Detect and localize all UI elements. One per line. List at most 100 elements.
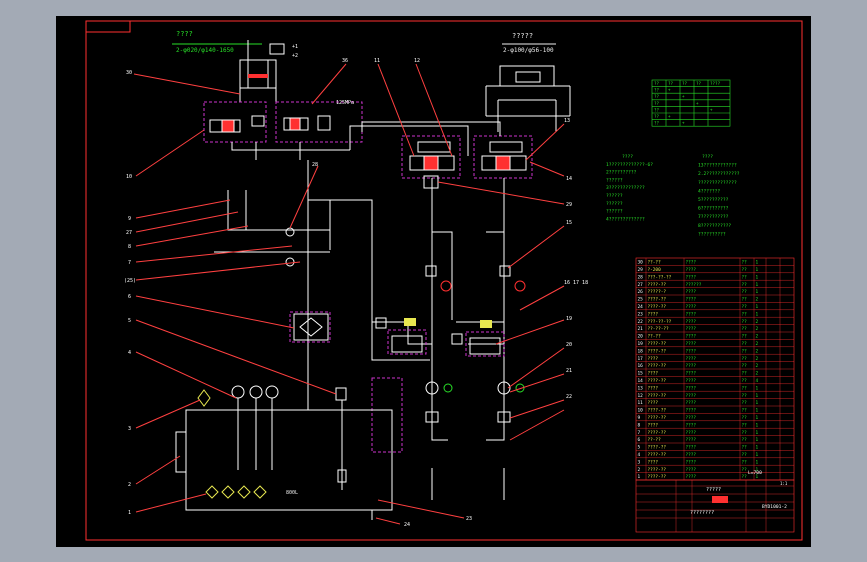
bom-cell: ?? (742, 311, 748, 317)
bom-cell: ?? (742, 326, 748, 332)
bom-cell: ?? (742, 430, 748, 436)
left-cylinder-spec: 2-φ020/φ140-1650 (176, 47, 234, 54)
bom-cell: ???-??-?? (648, 319, 672, 325)
bom-cell: ?-200 (648, 267, 662, 273)
bom-cell: 29 (638, 267, 644, 273)
bom-cell: ???? (686, 474, 697, 480)
bom-cell: 1 (756, 267, 759, 273)
bom-cell: ???? (648, 371, 659, 377)
top-table-cell: ???? (710, 81, 721, 86)
svg-text:(25): (25) (124, 278, 136, 284)
drawing-code: BYD1001-2 (762, 504, 787, 510)
bom-cell: ????-?? (648, 341, 667, 347)
title-block-stamp (712, 496, 728, 503)
top-table-cell: ?? (654, 101, 660, 106)
bom-cell: 15 (638, 371, 644, 377)
svg-text:24: 24 (404, 522, 410, 528)
bom-cell: 1 (756, 430, 759, 436)
svg-text:29: 29 (566, 202, 572, 208)
bom-cell: ???? (686, 400, 697, 406)
note-left-line: 4????????????? (606, 216, 645, 222)
bom-cell: 26 (638, 289, 644, 295)
note-left-line: 1?????????????-6? (606, 162, 653, 168)
drawing-footer: ???????? (690, 510, 714, 516)
bom-cell: ???? (686, 459, 697, 465)
svg-text:4: 4 (128, 350, 131, 356)
solenoid-right (480, 320, 492, 328)
bom-cell: 1 (756, 282, 759, 288)
note-left-line: ???? (622, 154, 633, 160)
bom-cell: 16 (638, 363, 644, 369)
bom-cell: ?? (742, 385, 748, 391)
bom-cell: ???? (686, 319, 697, 325)
svg-text:19: 19 (566, 316, 572, 322)
technical-notes: ???? 1?????????????-6? 2???????????????? 3?… (606, 154, 740, 237)
note-left-line: ?????? (606, 193, 623, 199)
top-table-cell: ?? (654, 94, 660, 99)
top-table-cell: + (682, 121, 685, 126)
relief-pressure-note: 125MPa (336, 100, 354, 106)
bom-cell: ???? (686, 334, 697, 340)
bom-cell: ????-?? (648, 348, 667, 354)
bom-cell: ???? (686, 467, 697, 473)
top-table-border (651, 79, 731, 127)
bom-cell: ????-?? (648, 378, 667, 384)
bom-cell: ?? (742, 474, 748, 480)
top-table-cell: ?? (696, 81, 702, 86)
cad-viewport: ???? 2-φ020/φ140-1650 ????? 2-φ100/φ56-1… (0, 0, 867, 562)
filter-icon (299, 317, 323, 337)
bom-cell: ??-??-?? (648, 326, 670, 332)
bom-cell: ????-?? (648, 282, 667, 288)
bom-cell: 2 (756, 371, 759, 377)
bom-cell: ???? (648, 311, 659, 317)
bom-cell: ???? (686, 445, 697, 451)
bom-cell: ?? (742, 378, 748, 384)
svg-text:1: 1 (128, 510, 131, 516)
bom-cell: ???? (686, 371, 697, 377)
bom-cell: 1 (756, 304, 759, 310)
title-block: ????? BYD1001-2???????? 1:1 (635, 479, 795, 533)
top-table-cell: ?? (654, 81, 660, 86)
bom-cell: 9 (638, 415, 641, 421)
bom-cell: 14 (638, 378, 644, 384)
svg-text:23: 23 (466, 516, 472, 522)
bom-cell: 1 (638, 474, 641, 480)
bom-cell: ?? (742, 304, 748, 310)
bom-cell: 10 (638, 408, 644, 414)
hydraulic-schematic: ???? 2-φ020/φ140-1650 ????? 2-φ100/φ56-1… (85, 20, 803, 541)
bom-cell: ?? (742, 334, 748, 340)
note-right-line: 4??????? (698, 188, 720, 194)
bom-cell: 2 (756, 319, 759, 325)
left-cylinder (239, 40, 285, 102)
bom-cell: 25 (638, 297, 644, 303)
bom-cell: 1 (756, 459, 759, 465)
bom-cell: 6 (638, 437, 641, 443)
note-left-line: 2?????????? (606, 170, 637, 176)
bom-cell: 17 (638, 356, 644, 362)
bom-cell: ???? (686, 437, 697, 443)
svg-text:7: 7 (128, 260, 131, 266)
bom-cell: ???? (686, 430, 697, 436)
bom-cell: ?? (742, 341, 748, 347)
svg-text:27: 27 (126, 230, 132, 236)
bom-cell: 2 (756, 348, 759, 354)
pipe-network (214, 121, 505, 500)
bom-cell: ???? (686, 260, 697, 266)
svg-text:28: 28 (312, 162, 318, 168)
bom-cell: ?? (742, 467, 748, 473)
air-breather-icon (197, 389, 211, 407)
bom-cell: ???? (686, 304, 697, 310)
bom-cell: 2 (756, 341, 759, 347)
right-cylinder-title: ????? (512, 32, 533, 40)
bom-cell: ????-?? (648, 297, 667, 303)
bom-table: 30 ??-???????? 129 ?-200?????? 128 ???-??-???… (635, 257, 795, 533)
note-right-line: ???? (702, 154, 713, 160)
svg-text:3: 3 (128, 426, 131, 432)
bom-cell: ??-?? (648, 334, 662, 340)
top-table-cell: ?? (654, 121, 660, 126)
bom-cell: 1 (756, 437, 759, 443)
svg-text:8: 8 (128, 244, 131, 250)
bom-cell: 3 (638, 459, 641, 465)
note-right-line: 8??????????? (698, 223, 731, 229)
bom-cell: ???? (686, 267, 697, 273)
